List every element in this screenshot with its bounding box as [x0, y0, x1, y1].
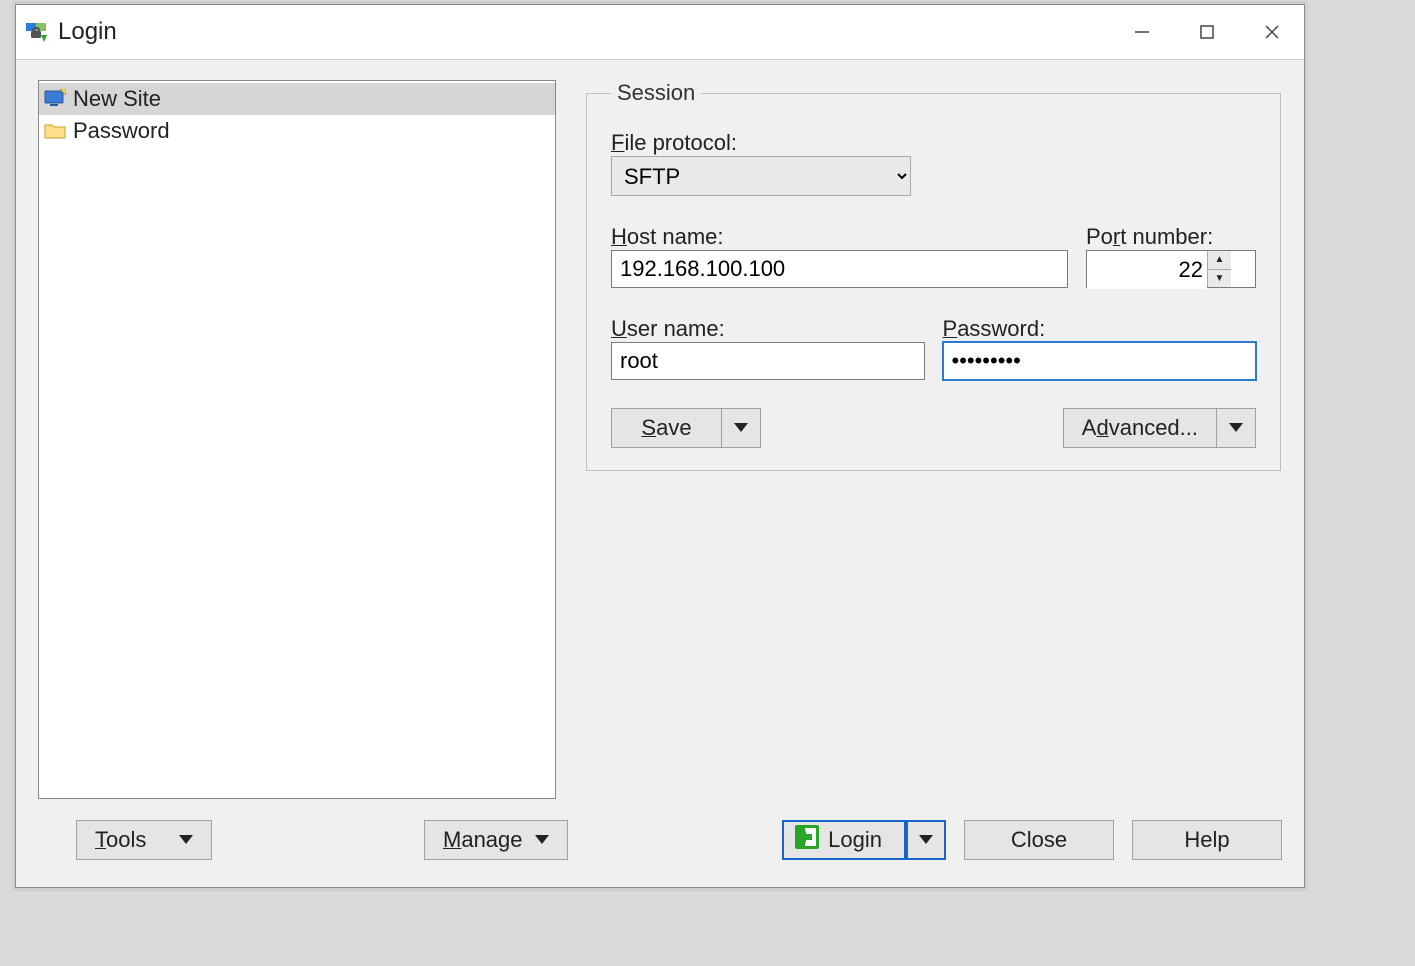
site-item-new-site[interactable]: New Site [39, 83, 555, 115]
dialog-footer: Tools Manage Login [16, 809, 1304, 887]
tools-button[interactable]: Tools [38, 820, 228, 860]
chevron-down-icon [179, 835, 193, 845]
user-name-label: User name: [611, 316, 925, 342]
host-name-input[interactable] [611, 250, 1068, 288]
save-button[interactable]: Save [611, 408, 761, 448]
password-input[interactable] [943, 342, 1257, 380]
advanced-dropdown-arrow[interactable] [1216, 408, 1256, 448]
advanced-button[interactable]: Advanced... [1063, 408, 1256, 448]
user-name-input[interactable] [611, 342, 925, 380]
site-item-password[interactable]: Password [39, 115, 555, 147]
window-title: Login [58, 18, 1109, 46]
login-button[interactable]: Login [782, 820, 946, 860]
port-number-label: Port number: [1086, 224, 1256, 250]
maximize-button[interactable] [1174, 5, 1239, 59]
monitor-new-icon [43, 87, 67, 111]
port-spin-down[interactable]: ▼ [1208, 270, 1231, 288]
titlebar[interactable]: Login [16, 5, 1304, 60]
port-number-input[interactable]: ▲ ▼ [1086, 250, 1256, 288]
session-legend: Session [611, 80, 701, 106]
file-protocol-label: File protocol: [611, 130, 1256, 156]
login-arrow-icon [794, 824, 820, 856]
site-item-label: Password [73, 118, 170, 144]
minimize-button[interactable] [1109, 5, 1174, 59]
manage-button[interactable]: Manage [394, 820, 584, 860]
sites-listbox[interactable]: New Site Password [38, 80, 556, 799]
chevron-down-icon [535, 835, 549, 845]
password-label: Password: [943, 316, 1257, 342]
login-dialog: Login [15, 4, 1305, 888]
close-button[interactable] [1239, 5, 1304, 59]
port-spin-up[interactable]: ▲ [1208, 251, 1231, 270]
folder-icon [43, 119, 67, 143]
app-icon [24, 20, 48, 44]
host-name-label: Host name: [611, 224, 1068, 250]
file-protocol-select[interactable]: SFTP [611, 156, 911, 196]
help-button[interactable]: Help [1132, 820, 1282, 860]
login-dropdown-arrow[interactable] [906, 820, 946, 860]
close-dialog-button[interactable]: Close [964, 820, 1114, 860]
site-item-label: New Site [73, 86, 161, 112]
session-group: Session File protocol: SFTP Host name: [586, 80, 1281, 471]
save-dropdown-arrow[interactable] [721, 408, 761, 448]
